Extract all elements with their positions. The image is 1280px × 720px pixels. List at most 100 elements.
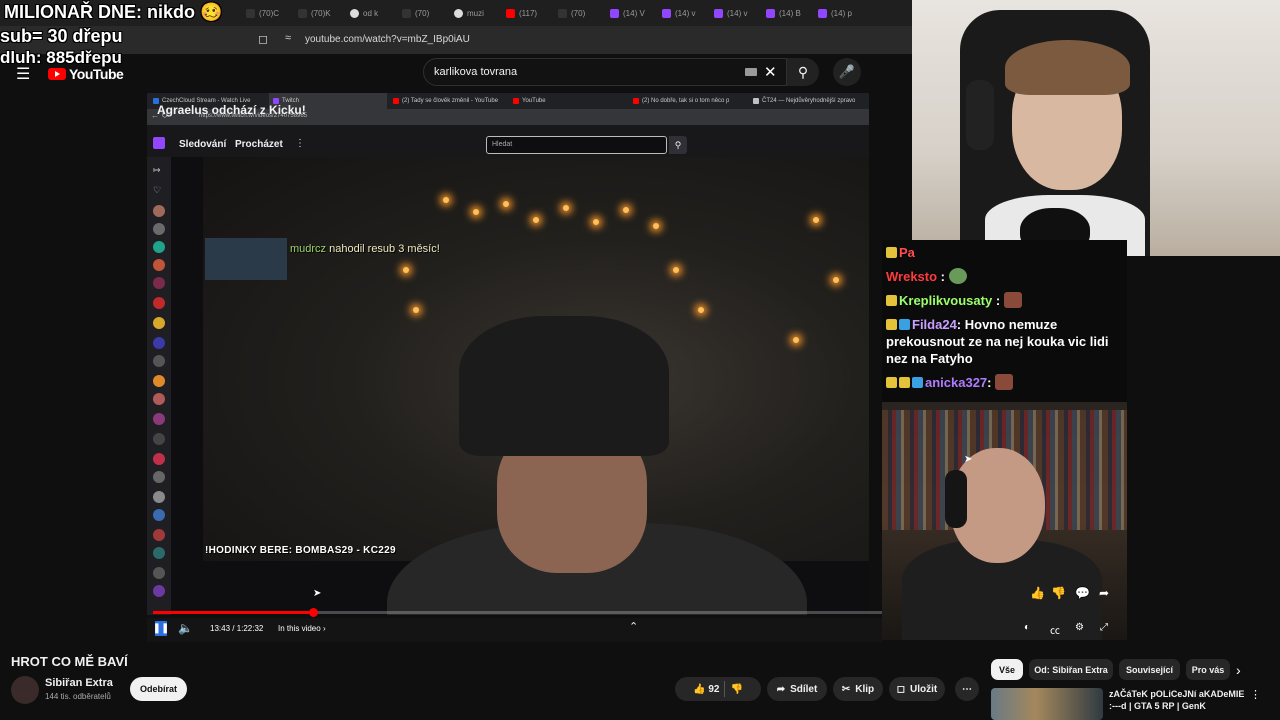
string-light [403,267,409,273]
twitch-nav-browse: Procházet [235,139,283,150]
search-icon: ⚲ [669,136,687,154]
twitch-nav-following: Sledování [179,139,227,150]
youtube-logo[interactable]: YouTube [48,66,124,82]
progress-fill [153,611,313,614]
share-button[interactable]: ➦ Sdílet [767,677,827,701]
volume-icon[interactable]: 🔈 [178,621,193,635]
scrubber-handle[interactable] [309,608,318,617]
string-light [593,219,599,225]
dislike-icon[interactable]: 👎 [1051,586,1066,600]
chat-username: Pa [899,245,915,260]
tab-label: (70)C [259,8,280,18]
close-icon[interactable]: ✕ [764,63,777,81]
pause-icon[interactable]: ❚❚ [153,621,169,636]
tiktok-icon [246,8,255,18]
chevron-up-icon[interactable]: ⌃ [629,620,638,633]
avatar [153,471,165,483]
tab-label: (14) V [623,8,645,18]
browser-tab[interactable]: (14) B [760,3,808,23]
twitch-icon [766,8,775,18]
tab-favicon-icon [393,98,399,104]
search-button[interactable]: ⚲ [787,58,819,86]
browser-tab[interactable]: (14) p [812,3,860,23]
streamer-cap [459,316,669,456]
browser-tab[interactable]: (70)K [292,3,340,23]
tiktok-icon [298,8,307,18]
tab-label: ČT24 — Nejdůvěryhodnější zpravo [762,98,856,104]
dislike-button[interactable]: 👎 [730,684,742,695]
recommended-thumbnail[interactable] [991,688,1103,720]
avatar[interactable] [11,676,39,704]
captions-icon[interactable]: ㏄ [1050,622,1060,637]
embedded-tab: (2) Tady se člověk změnil - YouTube [389,93,507,109]
like-button[interactable]: 👍 92 [693,684,719,695]
browser-tab[interactable]: (14) V [604,3,652,23]
chip-related[interactable]: Související [1119,659,1180,680]
tab-label: (2) Tady se člověk změnil - YouTube [402,98,499,104]
like-icon[interactable]: 👍 [1030,586,1045,600]
autoplay-toggle-icon[interactable]: ◐ [1024,622,1030,633]
chat-username: Wreksto [886,269,938,284]
tiktok-icon [402,8,411,18]
chip-for-you[interactable]: Pro vás [1186,659,1230,680]
clip-button[interactable]: ✂ Klip [833,677,883,701]
browser-tab[interactable]: (14) v [656,3,704,23]
heart-icon: ♡ [153,185,162,195]
url-text[interactable]: youtube.com/watch?v=mbZ_IBp0iAU [305,34,470,45]
browser-tab[interactable]: (70)C [240,3,288,23]
comment-icon[interactable]: 💬 [1075,586,1090,600]
more-button[interactable]: ⋯ [955,677,979,701]
youtube-play-icon [48,68,66,80]
string-light [653,223,659,229]
browser-tab[interactable]: (70) [396,3,444,23]
chapter-button[interactable]: In this video › [278,624,326,633]
bookmark-icon[interactable]: ◻ [258,32,268,46]
video-player[interactable]: CzechCloud Stream - Watch Live Twitch (2… [147,93,869,615]
string-light [533,217,539,223]
thumbs-up-icon: 👍 [693,683,706,695]
subscriber-count: 144 tis. odběratelů [45,692,111,701]
tiktok-icon [558,8,567,18]
google-icon [350,8,359,18]
tab-favicon-icon [513,98,519,104]
browser-tab[interactable]: (70) [552,3,600,23]
chevron-right-icon[interactable]: › [1236,662,1241,678]
emote-icon [948,268,967,284]
recommended-title[interactable]: zAČáTeK pOLiCeJNí aKADeMIE :---d | GTA 5… [1109,688,1249,712]
divider [171,157,203,561]
site-info-icon[interactable]: ≈ [285,32,291,44]
tab-label: (2) No dobře, tak si o tom něco p [642,98,730,104]
mic-icon: 🎤 [838,64,856,79]
browser-tab[interactable]: (14) v [708,3,756,23]
crown-icon [886,377,897,388]
avatar [153,491,165,503]
save-label: Uložit [910,683,938,695]
chat-username: Filda24 [912,317,957,332]
keyboard-icon[interactable] [745,68,757,76]
browser-tab[interactable]: od k [344,3,392,23]
mic-button[interactable]: 🎤 [833,58,861,86]
more-horizontal-icon: ⋯ [962,683,972,695]
avatar [153,223,165,235]
save-button[interactable]: ◻ Uložit [889,677,945,701]
youtube-icon [506,8,515,18]
browser-tab[interactable]: (117) [500,3,548,23]
subscribe-button[interactable]: Odebírat [130,677,187,701]
channel-name[interactable]: Sibiřan Extra [45,677,113,689]
divider [724,681,726,697]
mouse-cursor-icon: ➤ [313,588,322,599]
more-vertical-icon[interactable]: ⋮ [1250,688,1261,701]
settings-icon[interactable]: ⚙ [1075,622,1084,633]
embedded-tab: YouTube [509,93,627,109]
tab-label: (14) B [779,8,801,18]
tab-label: YouTube [522,98,546,104]
chip-channel[interactable]: Od: Sibiřan Extra [1029,659,1113,680]
string-light [563,205,569,211]
tab-label: (14) v [675,8,696,18]
fullscreen-exit-icon[interactable]: ⤢ [1100,622,1108,633]
chip-all[interactable]: Vše [991,659,1023,680]
share-icon[interactable]: ➦ [1099,586,1109,600]
twitch-icon [714,8,723,18]
clip-label: Klip [855,683,875,695]
browser-tab[interactable]: muzi [448,3,496,23]
